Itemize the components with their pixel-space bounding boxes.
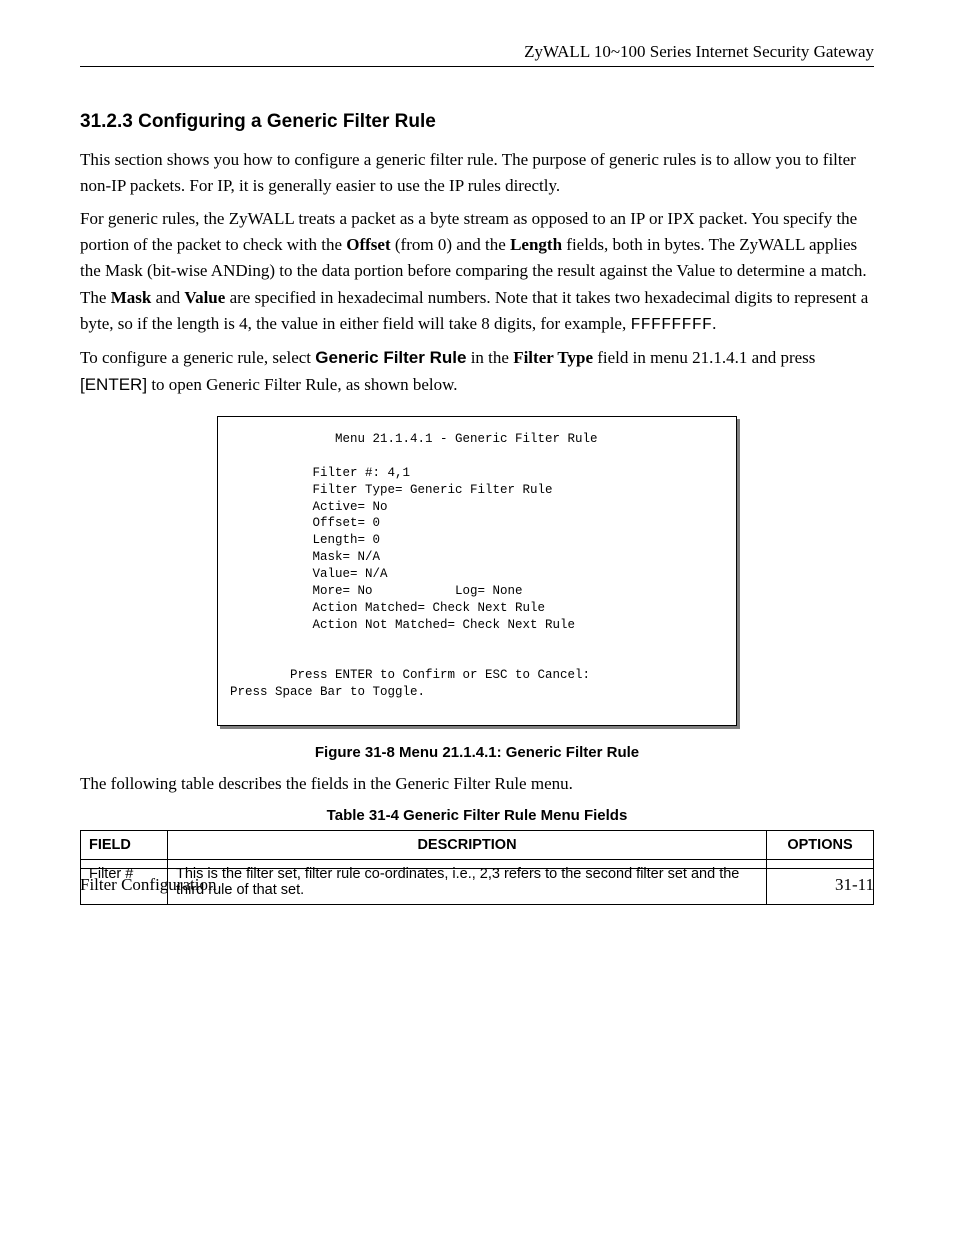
figure-caption: Figure 31-8 Menu 21.1.4.1: Generic Filte… bbox=[80, 744, 874, 761]
th-field: FIELD bbox=[81, 831, 168, 860]
header-rule bbox=[80, 66, 874, 67]
text: (from 0) and the bbox=[391, 235, 510, 254]
footer-left: Filter Configuration bbox=[80, 875, 216, 895]
paragraph-1: This section shows you how to configure … bbox=[80, 147, 874, 200]
bold-value: Value bbox=[184, 288, 225, 307]
bold-filter-type: Filter Type bbox=[513, 348, 593, 367]
text: To configure a generic rule, select bbox=[80, 348, 315, 367]
footer: Filter Configuration 31-11 bbox=[80, 868, 874, 895]
text: . bbox=[712, 314, 716, 333]
terminal-screen: Menu 21.1.4.1 - Generic Filter Rule Filt… bbox=[217, 416, 737, 726]
section-title: Configuring a Generic Filter Rule bbox=[138, 111, 436, 132]
paragraph-2: For generic rules, the ZyWALL treats a p… bbox=[80, 206, 874, 340]
term-confirm: Press ENTER to Confirm or ESC to Cancel: bbox=[230, 668, 590, 682]
table-header-row: FIELD DESCRIPTION OPTIONS bbox=[81, 831, 874, 860]
footer-right: 31-11 bbox=[835, 875, 874, 895]
running-header: ZyWALL 10~100 Series Internet Security G… bbox=[80, 42, 874, 62]
paragraph-3: To configure a generic rule, select Gene… bbox=[80, 345, 874, 398]
section-number: 31.2.3 bbox=[80, 111, 133, 132]
term-offset: Offset= 0 bbox=[230, 516, 380, 530]
text: field in menu 21.1.4.1 and press bbox=[593, 348, 815, 367]
th-description: DESCRIPTION bbox=[168, 831, 767, 860]
term-filter-type: Filter Type= Generic Filter Rule bbox=[230, 483, 553, 497]
footer-row: Filter Configuration 31-11 bbox=[80, 875, 874, 895]
term-matched: Action Matched= Check Next Rule bbox=[230, 601, 545, 615]
bold-mask: Mask bbox=[111, 288, 152, 307]
term-not-matched: Action Not Matched= Check Next Rule bbox=[230, 618, 575, 632]
enter-key: [ENTER] bbox=[80, 375, 147, 394]
term-more-log: More= No Log= None bbox=[230, 584, 523, 598]
section-heading: 31.2.3 Configuring a Generic Filter Rule bbox=[80, 111, 874, 133]
term-length: Length= 0 bbox=[230, 533, 380, 547]
footer-rule bbox=[80, 868, 874, 869]
term-mask: Mask= N/A bbox=[230, 550, 380, 564]
text: and bbox=[151, 288, 184, 307]
bold-offset: Offset bbox=[346, 235, 390, 254]
table-intro: The following table describes the fields… bbox=[80, 771, 874, 797]
table-caption: Table 31-4 Generic Filter Rule Menu Fiel… bbox=[80, 807, 874, 824]
term-title: Menu 21.1.4.1 - Generic Filter Rule bbox=[230, 432, 598, 446]
term-value: Value= N/A bbox=[230, 567, 388, 581]
term-toggle: Press Space Bar to Toggle. bbox=[230, 685, 425, 699]
th-options: OPTIONS bbox=[767, 831, 874, 860]
text: to open Generic Filter Rule, as shown be… bbox=[147, 375, 458, 394]
term-active: Active= No bbox=[230, 500, 388, 514]
page: ZyWALL 10~100 Series Internet Security G… bbox=[0, 0, 954, 1235]
terminal-container: Menu 21.1.4.1 - Generic Filter Rule Filt… bbox=[217, 416, 737, 726]
text: in the bbox=[466, 348, 513, 367]
bold-generic-filter-rule: Generic Filter Rule bbox=[315, 348, 466, 367]
bold-length: Length bbox=[510, 235, 562, 254]
term-filter-num: Filter #: 4,1 bbox=[230, 466, 410, 480]
mono-example: FFFFFFFF bbox=[630, 316, 712, 335]
